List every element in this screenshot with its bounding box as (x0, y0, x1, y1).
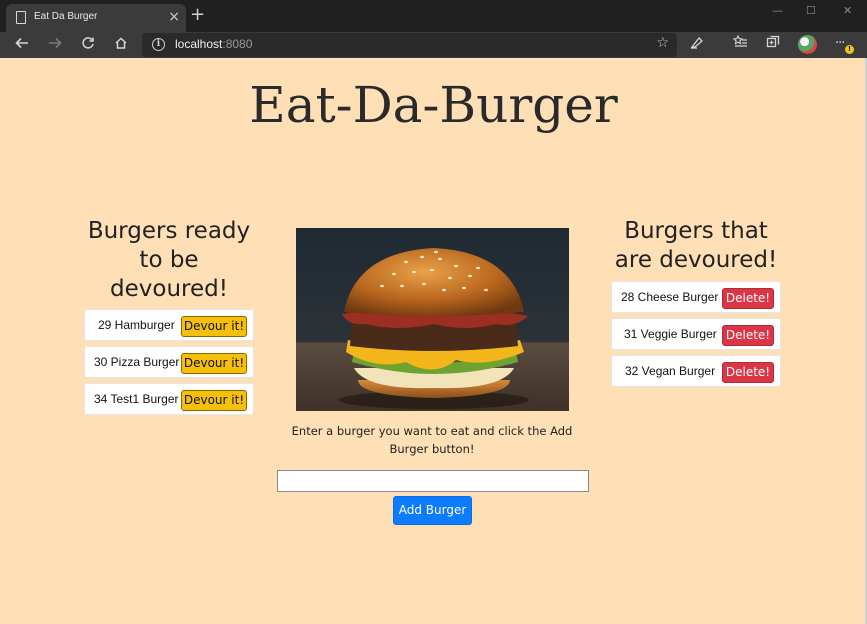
address-bar[interactable]: i localhost:8080 ☆ (142, 33, 677, 57)
address-host: localhost (175, 37, 223, 51)
close-window-icon[interactable]: ✕ (843, 4, 852, 17)
page-title: Eat-Da-Burger (249, 76, 618, 134)
burger-label: 31 Veggie Burger (624, 327, 717, 341)
ready-burger-item: 29 Hamburger Devour it! (84, 309, 254, 341)
read-aloud-icon[interactable] (690, 35, 704, 55)
new-tab-icon[interactable]: + (190, 5, 205, 25)
ready-heading: Burgers ready to be devoured! (87, 218, 251, 302)
burger-label: 30 Pizza Burger (94, 355, 180, 369)
refresh-icon[interactable] (77, 35, 99, 55)
collections-icon[interactable] (766, 35, 780, 55)
delete-button[interactable]: Delete! (722, 288, 774, 309)
tab-title: Eat Da Burger (34, 11, 98, 22)
page-icon (16, 11, 26, 24)
burger-image (296, 228, 569, 411)
minimize-icon[interactable]: — (772, 4, 783, 17)
ready-burger-item: 34 Test1 Burger Devour it! (84, 383, 254, 415)
devoured-burger-item: 32 Vegan Burger Delete! (611, 355, 781, 387)
devour-button[interactable]: Devour it! (181, 390, 247, 411)
ready-burger-item: 30 Pizza Burger Devour it! (84, 346, 254, 378)
forward-icon[interactable] (44, 35, 66, 55)
burger-label: 29 Hamburger (98, 318, 175, 332)
devoured-burger-item: 28 Cheese Burger Delete! (611, 281, 781, 313)
devour-button[interactable]: Devour it! (181, 353, 247, 374)
devour-button[interactable]: Devour it! (181, 316, 247, 337)
browser-tab[interactable]: Eat Da Burger × (6, 4, 186, 32)
burger-name-input[interactable] (277, 470, 589, 492)
favorite-star-icon[interactable]: ☆ (656, 35, 669, 51)
close-tab-icon[interactable]: × (168, 8, 180, 26)
instructions-text: Enter a burger you want to eat and click… (291, 424, 573, 456)
browser-titlebar: Eat Da Burger × + — ☐ ✕ (0, 0, 867, 32)
warning-badge-icon: ! (845, 45, 854, 54)
burger-label: 34 Test1 Burger (94, 392, 179, 406)
site-info-icon[interactable]: i (152, 38, 165, 51)
home-icon[interactable] (110, 35, 132, 55)
address-text: localhost:8080 (175, 37, 252, 51)
favorites-icon[interactable] (732, 34, 748, 55)
address-port: :8080 (222, 37, 253, 51)
burger-label: 28 Cheese Burger (621, 290, 719, 304)
delete-button[interactable]: Delete! (722, 362, 774, 383)
maximize-icon[interactable]: ☐ (806, 4, 816, 17)
delete-button[interactable]: Delete! (722, 325, 774, 346)
back-icon[interactable] (11, 35, 33, 55)
burger-label: 32 Vegan Burger (625, 364, 716, 378)
devoured-burger-item: 31 Veggie Burger Delete! (611, 318, 781, 350)
profile-avatar-icon[interactable] (798, 35, 817, 54)
page-body: Eat-Da-Burger Burgers ready to be devour… (0, 58, 867, 624)
add-burger-button[interactable]: Add Burger (393, 496, 472, 525)
browser-toolbar: i localhost:8080 ☆ (0, 32, 867, 58)
more-menu-icon[interactable]: ··· (835, 36, 845, 51)
devoured-heading: Burgers that are devoured! (614, 218, 778, 273)
